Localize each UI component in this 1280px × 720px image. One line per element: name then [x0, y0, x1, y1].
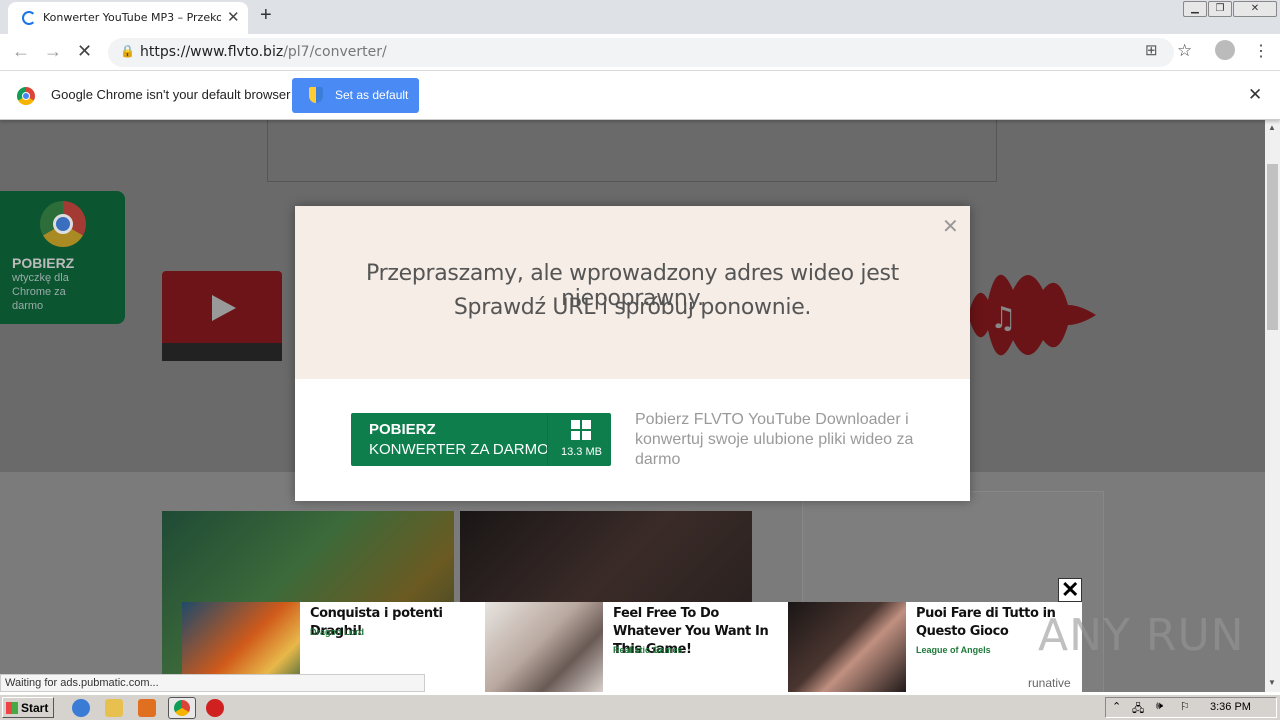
play-icon	[212, 295, 236, 321]
set-as-default-button[interactable]: Set as default	[292, 78, 419, 113]
top-ad-frame	[267, 120, 997, 182]
windows-taskbar: Start ⌃ 🖧 🕪 ⚐ 3:36 PM	[0, 694, 1280, 720]
profile-avatar-icon[interactable]	[1215, 40, 1235, 60]
windows-logo-icon	[571, 420, 591, 440]
ad-image	[485, 602, 603, 692]
loading-spinner-icon	[22, 11, 36, 25]
default-browser-infobar: Google Chrome isn't your default browser…	[0, 71, 1280, 120]
stop-loading-icon[interactable]: ✕	[77, 41, 92, 62]
browser-toolbar: ← → ✕ 🔒 https://www.flvto.biz/pl7/conver…	[0, 34, 1280, 71]
lock-icon: 🔒	[120, 44, 135, 58]
browser-tab[interactable]: Konwerter YouTube MP3 – Przekonw ✕	[8, 2, 248, 34]
tab-title: Konwerter YouTube MP3 – Przekonw	[43, 11, 221, 24]
action-center-flag-icon[interactable]: ⚐	[1180, 700, 1190, 713]
windows-flag-icon	[6, 702, 18, 714]
tray-expand-icon[interactable]: ⌃	[1112, 700, 1121, 713]
page-scrollbar[interactable]: ▲ ▼	[1265, 120, 1280, 692]
media-player-icon[interactable]	[138, 699, 156, 717]
url-text[interactable]: https://www.flvto.biz/pl7/converter/	[140, 44, 387, 60]
forward-arrow-icon[interactable]: →	[44, 41, 62, 62]
uac-shield-icon	[309, 87, 323, 103]
download-size: 13.3 MB	[561, 446, 602, 458]
scrollbar-thumb[interactable]	[1267, 164, 1278, 330]
ad-item[interactable]: Feel Free To Do Whatever You Want In Thi…	[485, 602, 785, 692]
opera-icon[interactable]	[206, 699, 224, 717]
window-close-button[interactable]: ✕	[1233, 1, 1277, 17]
chrome-icon	[17, 87, 35, 105]
error-modal: ✕ Przepraszamy, ale wprowadzony adres wi…	[295, 206, 970, 501]
ad-close-button[interactable]: ✕	[1058, 577, 1082, 602]
back-arrow-icon[interactable]: ←	[12, 41, 30, 62]
ad-network-logo: runative	[1028, 676, 1071, 690]
chrome-extension-banner[interactable]: POBIERZ wtyczkę dla Chrome za darmo	[0, 191, 125, 324]
system-tray: ⌃ 🖧 🕪 ⚐ 3:36 PM	[1105, 697, 1277, 718]
minimize-button[interactable]: ▁	[1183, 1, 1207, 17]
youtube-video-icon	[162, 271, 282, 361]
banner-subtitle: wtyczkę dla Chrome za darmo	[12, 272, 69, 312]
network-icon[interactable]: 🖧	[1132, 700, 1144, 719]
chrome-logo-icon	[40, 201, 86, 247]
banner-title: POBIERZ	[12, 255, 75, 271]
ad-image	[788, 602, 906, 692]
infobar-close-icon[interactable]: ✕	[1248, 85, 1262, 105]
chrome-taskbar-button[interactable]	[168, 697, 196, 719]
download-converter-button[interactable]: POBIERZ KONWERTER ZA DARMO 13.3 MB	[351, 413, 611, 466]
start-button[interactable]: Start	[2, 697, 54, 718]
tab-strip: Konwerter YouTube MP3 – Przekonw ✕ + ▁ ❐…	[0, 0, 1280, 34]
scroll-up-icon[interactable]: ▲	[1268, 123, 1276, 132]
address-bar[interactable]: 🔒 https://www.flvto.biz/pl7/converter/	[108, 38, 1174, 67]
svg-text:♫: ♫	[990, 301, 1017, 336]
sound-wave-icon: ♫	[968, 274, 1096, 356]
modal-close-icon[interactable]: ✕	[942, 214, 959, 239]
translate-icon[interactable]: ⊞	[1145, 41, 1158, 59]
internet-explorer-icon[interactable]	[72, 699, 90, 717]
menu-kebab-icon[interactable]: ⋮	[1253, 41, 1269, 61]
new-tab-button[interactable]: +	[260, 4, 272, 27]
scroll-down-icon[interactable]: ▼	[1268, 678, 1276, 687]
error-message-line2: Sprawdź URL i spróbuj ponownie.	[453, 295, 812, 320]
tab-close-icon[interactable]: ✕	[227, 8, 240, 26]
file-explorer-icon[interactable]	[105, 699, 123, 717]
anyrun-watermark: ANY RUN	[1038, 610, 1245, 661]
infobar-message: Google Chrome isn't your default browser	[51, 87, 291, 102]
status-bubble: Waiting for ads.pubmatic.com...	[0, 674, 425, 692]
bookmark-star-icon[interactable]: ☆	[1177, 41, 1192, 61]
volume-icon[interactable]: 🕪	[1156, 700, 1163, 713]
chrome-icon	[174, 700, 190, 716]
restore-button[interactable]: ❐	[1208, 1, 1232, 17]
clock[interactable]: 3:36 PM	[1210, 701, 1251, 713]
download-description: Pobierz FLVTO YouTube Downloader i konwe…	[635, 411, 914, 468]
